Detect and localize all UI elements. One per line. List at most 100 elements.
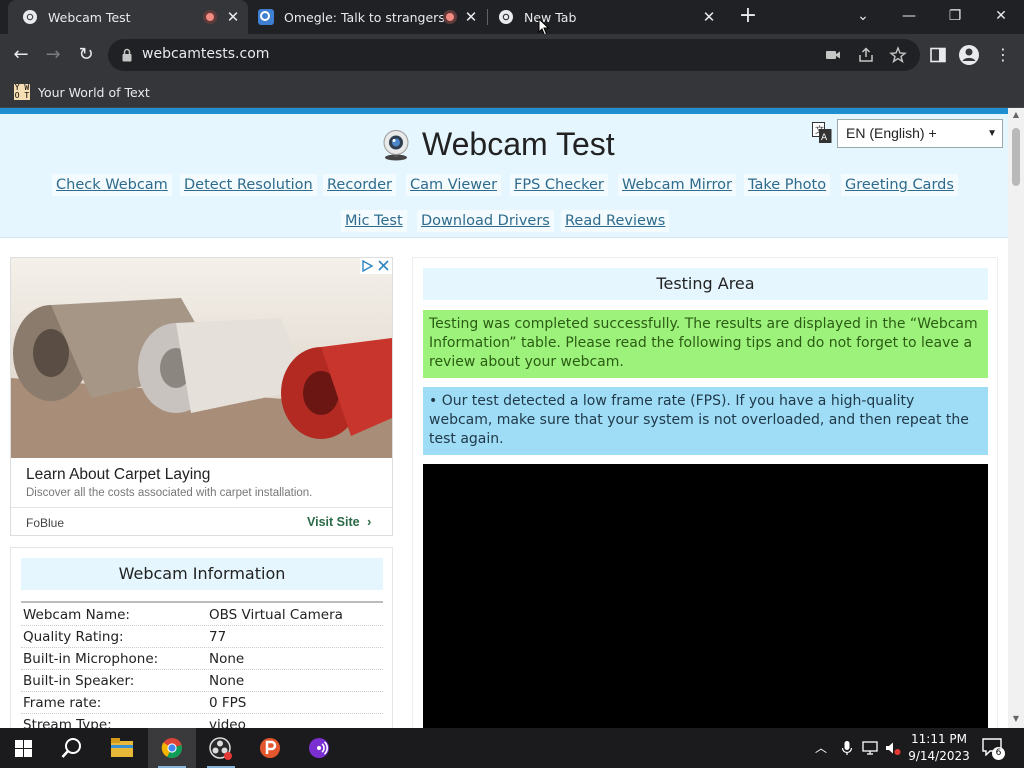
tab-title: New Tab bbox=[524, 9, 577, 25]
start-icon bbox=[15, 740, 32, 757]
info-key: Quality Rating: bbox=[23, 629, 124, 645]
network-icon[interactable] bbox=[862, 740, 878, 756]
chrome-favicon-icon bbox=[23, 10, 37, 24]
tab-webcam-test[interactable]: Webcam Test ✕ bbox=[8, 0, 248, 34]
nav-link-take-photo[interactable]: Take Photo bbox=[744, 174, 831, 196]
scrollbar-thumb[interactable] bbox=[1012, 128, 1020, 186]
bookmarks-bar: Y W O T Your World of Text bbox=[0, 76, 1024, 108]
side-panel-icon[interactable] bbox=[929, 46, 947, 64]
web-page: Webcam Test 文 A EN (English) + ▼ Check W… bbox=[0, 108, 1008, 728]
close-tab-icon[interactable]: ✕ bbox=[462, 8, 480, 26]
search-button[interactable] bbox=[48, 728, 96, 768]
nav-link-check-webcam[interactable]: Check Webcam bbox=[52, 174, 172, 196]
site-header: Webcam Test 文 A EN (English) + ▼ Check W… bbox=[0, 114, 1008, 238]
nav-link-greeting-cards[interactable]: Greeting Cards bbox=[841, 174, 958, 196]
forward-button[interactable]: → bbox=[40, 42, 66, 68]
address-bar[interactable]: webcamtests.com bbox=[108, 39, 920, 71]
bookmark-star-icon[interactable] bbox=[889, 46, 907, 64]
tab-search-icon[interactable]: ⌄ bbox=[840, 0, 886, 34]
testing-area-heading: Testing Area bbox=[423, 268, 988, 300]
notification-count-badge: 6 bbox=[992, 747, 1005, 760]
webcam-information-panel: Webcam Information Webcam Name: OBS Virt… bbox=[10, 547, 393, 728]
divider bbox=[11, 507, 392, 508]
recording-indicator-icon bbox=[203, 10, 217, 24]
tab-title: Webcam Test bbox=[48, 9, 131, 25]
taskbar-chrome[interactable] bbox=[148, 728, 196, 768]
info-value: None bbox=[209, 651, 245, 667]
ad-visit-site-link[interactable]: Visit Site › bbox=[307, 515, 371, 529]
carpet-ad-image bbox=[11, 258, 392, 458]
profile-avatar-icon[interactable] bbox=[958, 44, 980, 66]
translate-icon: 文 A bbox=[812, 122, 832, 143]
info-value: OBS Virtual Camera bbox=[209, 607, 343, 623]
info-key: Built-in Speaker: bbox=[23, 673, 135, 689]
taskbar-file-explorer[interactable] bbox=[98, 728, 146, 768]
tab-title: Omegle: Talk to strangers! bbox=[284, 9, 450, 25]
webcam-video-preview[interactable] bbox=[423, 464, 988, 728]
chrome-icon bbox=[161, 738, 182, 759]
info-row: Built-in Microphone: None bbox=[21, 648, 383, 670]
nav-link-read-reviews[interactable]: Read Reviews bbox=[561, 210, 670, 232]
info-key: Stream Type: bbox=[23, 717, 112, 728]
ad-visit-label: Visit Site bbox=[307, 515, 360, 529]
taskbar-pdf-app[interactable] bbox=[246, 728, 294, 768]
language-select-value: EN (English) + bbox=[846, 125, 937, 141]
testing-area-panel: Testing Area Testing was completed succe… bbox=[412, 257, 998, 728]
bookmark-favicon-icon: Y W O T bbox=[14, 83, 30, 100]
nav-link-webcam-mirror[interactable]: Webcam Mirror bbox=[618, 174, 736, 196]
chrome-favicon-icon bbox=[499, 10, 513, 24]
ad-choices-badge[interactable] bbox=[360, 258, 392, 274]
notification-center-button[interactable]: 6 bbox=[982, 738, 1005, 760]
windows-taskbar: ︿ 11:11 PM 9/14/2023 6 bbox=[0, 728, 1024, 768]
nav-link-detect-resolution[interactable]: Detect Resolution bbox=[180, 174, 317, 196]
minimize-button[interactable]: — bbox=[886, 0, 932, 34]
browser-toolbar: ← → ↻ webcamtests.com ⋮ bbox=[0, 34, 1024, 76]
new-tab-button[interactable]: + bbox=[736, 5, 760, 29]
site-title[interactable]: Webcam Test bbox=[380, 126, 615, 163]
page-scrollbar[interactable]: ▲ ▼ bbox=[1008, 108, 1024, 728]
podcast-app-icon bbox=[309, 738, 329, 758]
scroll-up-icon[interactable]: ▲ bbox=[1011, 110, 1021, 120]
nav-link-fps-checker[interactable]: FPS Checker bbox=[510, 174, 608, 196]
volume-muted-icon[interactable] bbox=[885, 740, 901, 756]
chrome-menu-icon[interactable]: ⋮ bbox=[990, 42, 1016, 68]
close-tab-icon[interactable]: ✕ bbox=[700, 8, 718, 26]
ad-brand: FoBlue bbox=[26, 516, 65, 530]
taskbar-podcast-app[interactable] bbox=[295, 728, 343, 768]
nav-link-cam-viewer[interactable]: Cam Viewer bbox=[406, 174, 502, 196]
chevron-right-icon: › bbox=[367, 515, 372, 529]
bookmark-your-world-of-text[interactable]: Y W O T Your World of Text bbox=[14, 82, 150, 102]
tab-new-tab[interactable]: New Tab ✕ bbox=[488, 0, 728, 34]
webcam-information-heading: Webcam Information bbox=[21, 558, 383, 590]
tab-omegle[interactable]: Omegle: Talk to strangers! ✕ bbox=[248, 0, 488, 34]
info-row: Built-in Speaker: None bbox=[21, 670, 383, 692]
start-button[interactable] bbox=[0, 728, 48, 768]
tray-chevron-up-icon[interactable]: ︿ bbox=[815, 739, 827, 756]
pdf-app-icon bbox=[260, 738, 280, 758]
microphone-icon[interactable] bbox=[839, 740, 855, 756]
reload-button[interactable]: ↻ bbox=[73, 42, 99, 68]
close-tab-icon[interactable]: ✕ bbox=[224, 8, 242, 26]
nav-link-mic-test[interactable]: Mic Test bbox=[341, 210, 407, 232]
share-icon[interactable] bbox=[857, 46, 875, 64]
ad-title[interactable]: Learn About Carpet Laying bbox=[26, 466, 210, 484]
clock-date: 9/14/2023 bbox=[908, 749, 970, 763]
language-select[interactable]: EN (English) + ▼ bbox=[837, 119, 1003, 148]
nav-link-download-drivers[interactable]: Download Drivers bbox=[417, 210, 554, 232]
url-text: webcamtests.com bbox=[142, 46, 270, 62]
bookmark-label: Your World of Text bbox=[38, 84, 150, 100]
info-key: Built-in Microphone: bbox=[23, 651, 159, 667]
system-clock[interactable]: 11:11 PM 9/14/2023 bbox=[906, 731, 972, 765]
info-row: Webcam Name: OBS Virtual Camera bbox=[21, 604, 383, 626]
restore-button[interactable]: ❐ bbox=[932, 0, 978, 34]
nav-link-recorder[interactable]: Recorder bbox=[323, 174, 396, 196]
taskbar-obs[interactable] bbox=[197, 728, 245, 768]
camera-in-use-icon[interactable] bbox=[824, 46, 842, 64]
scroll-down-icon[interactable]: ▼ bbox=[1011, 714, 1021, 724]
advertisement[interactable]: Learn About Carpet Laying Discover all t… bbox=[10, 257, 393, 536]
info-row: Quality Rating: 77 bbox=[21, 626, 383, 648]
back-button[interactable]: ← bbox=[8, 42, 34, 68]
info-key: Webcam Name: bbox=[23, 607, 130, 623]
close-window-button[interactable]: ✕ bbox=[978, 0, 1024, 34]
info-value: None bbox=[209, 673, 245, 689]
